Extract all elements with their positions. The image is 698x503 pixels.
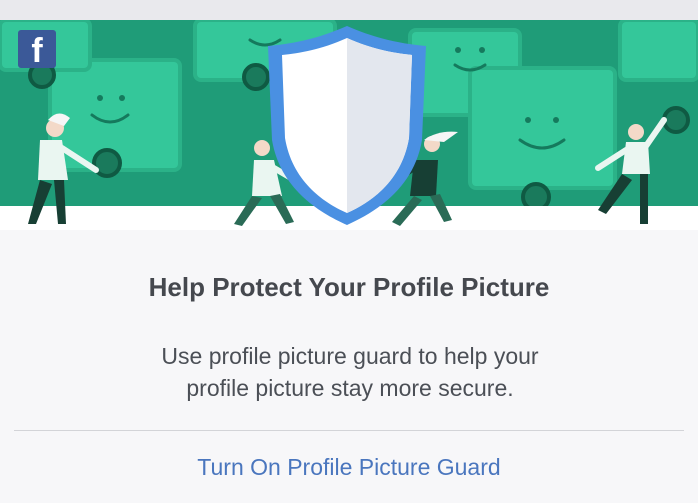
- facebook-logo-glyph: f: [31, 32, 43, 70]
- top-strip: [0, 0, 698, 20]
- turn-on-profile-guard-button[interactable]: Turn On Profile Picture Guard: [0, 450, 698, 484]
- shield-icon: [268, 26, 426, 225]
- divider: [14, 430, 684, 431]
- page-title: Help Protect Your Profile Picture: [148, 272, 550, 302]
- illustration-art: [0, 20, 698, 230]
- hero-illustration: f: [0, 20, 698, 230]
- description: Use profile picture guard to help your p…: [100, 340, 600, 404]
- description-line-1: Use profile picture guard to help your: [161, 343, 539, 369]
- profile-guard-card: f Help Protect Your Profile Picture Use …: [0, 20, 698, 503]
- description-line-2: profile picture stay more secure.: [186, 375, 514, 401]
- facebook-logo-icon: f: [18, 30, 56, 68]
